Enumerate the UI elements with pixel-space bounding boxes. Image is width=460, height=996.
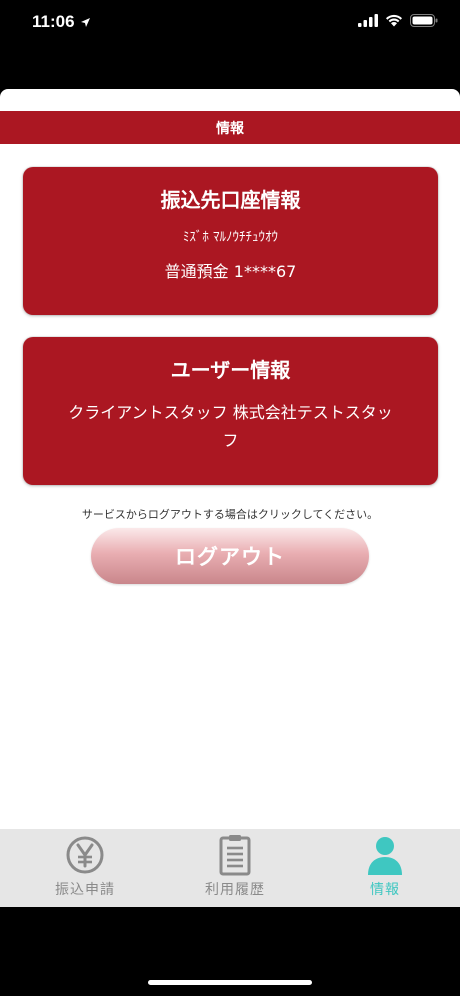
logout-note: サービスからログアウトする場合はクリックしてください。 [81,508,379,521]
clipboard-icon [213,833,257,877]
account-number: 普通預金 1****67 [164,262,297,281]
yen-icon [63,833,107,877]
home-indicator [148,980,312,985]
bank-card-title: 振込先口座情報 [160,188,301,212]
logout-button[interactable]: ログアウト [91,528,369,584]
header-bar: 情報 [0,111,460,144]
status-time: 11:06 [32,12,91,32]
user-name: クライアントスタッフ 株式会社テストスタッフ [68,403,393,450]
tab-label: 情報 [370,882,400,898]
cellular-signal-icon [358,14,378,27]
user-info-card: ユーザー情報 クライアントスタッフ 株式会社テストスタッフ [23,337,438,485]
location-arrow-icon [80,17,90,27]
time-text: 11:06 [32,12,75,31]
wifi-icon [386,14,402,27]
user-card-title: ユーザー情報 [170,358,291,382]
bank-name: ﾐｽﾞﾎ ﾏﾙﾉｳﾁﾁｭｳｵｳ [182,230,279,245]
page-title: 情報 [216,120,244,137]
status-bar: 11:06 [0,0,460,50]
status-icons [358,14,438,27]
person-icon [363,833,407,877]
tab-transfer-request[interactable]: 振込申請 [0,829,160,907]
tab-usage-history[interactable]: 利用履歴 [160,829,310,907]
tab-label: 利用履歴 [205,882,265,898]
tab-label: 振込申請 [55,882,115,898]
tab-bar: 振込申請 利用履歴 情報 [0,829,460,907]
main-sheet: 情報 振込先口座情報 ﾐｽﾞﾎ ﾏﾙﾉｳﾁﾁｭｳｵｳ 普通預金 1****67 … [0,89,460,829]
bank-account-card: 振込先口座情報 ﾐｽﾞﾎ ﾏﾙﾉｳﾁﾁｭｳｵｳ 普通預金 1****67 [23,167,438,315]
battery-icon [410,14,438,27]
tab-info[interactable]: 情報 [310,829,460,907]
